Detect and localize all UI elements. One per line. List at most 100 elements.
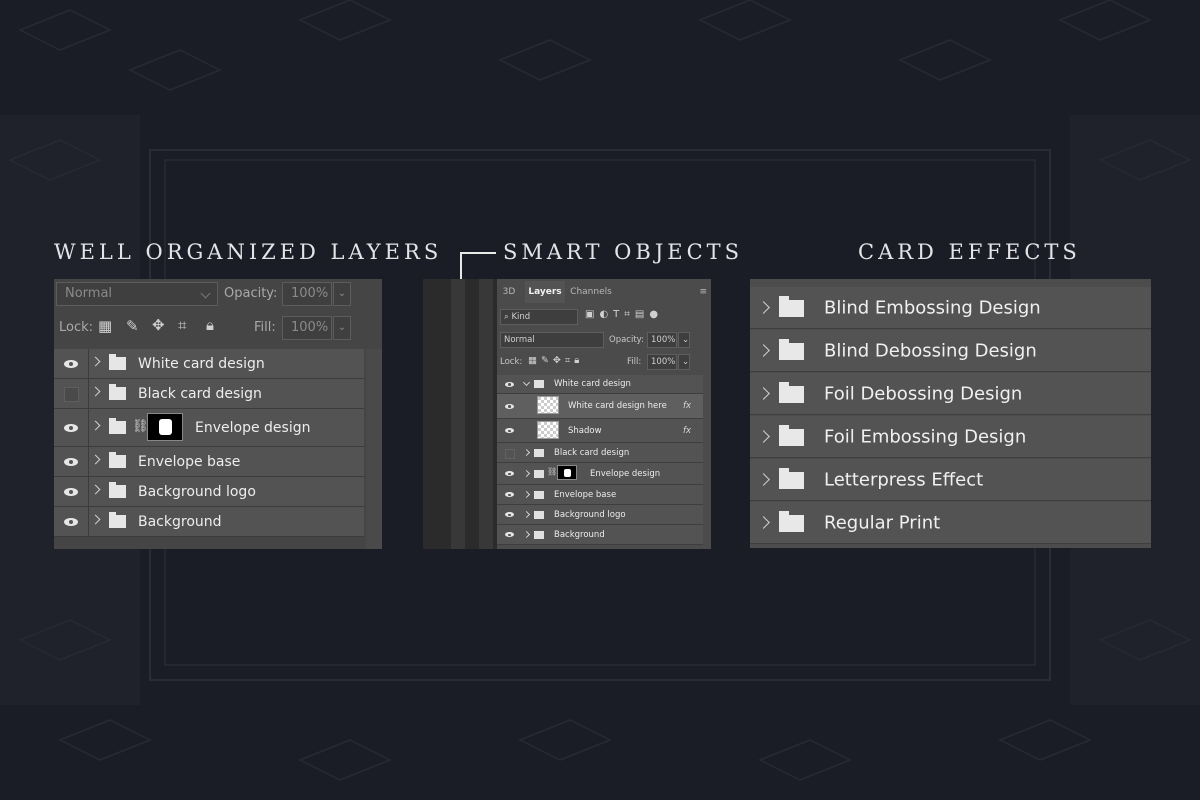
fill-dropdown-button[interactable]: ⌄ [333,316,351,340]
opacity-input[interactable]: 100% [647,332,677,348]
layer-row[interactable]: ⛓ Envelope design [497,463,703,485]
chevron-right-icon[interactable] [90,386,101,396]
lock-move-icon[interactable]: ✥ [152,316,165,334]
smart-object-thumbnail[interactable] [537,396,559,414]
chevron-right-icon[interactable] [757,386,770,400]
layer-name: Envelope base [554,489,617,500]
card-effects-panel: Blind Embossing Design Blind Debossing D… [750,279,1151,548]
eye-icon[interactable] [64,517,78,526]
heading-smart-objects: SMART OBJECTS [503,240,744,264]
heading-card-effects: CARD EFFECTS [858,240,1081,264]
lock-artboard-icon[interactable]: ⌗ [178,316,186,334]
eye-icon[interactable] [64,487,78,496]
effect-row[interactable]: Letterpress Effect [750,459,1151,501]
eye-icon[interactable] [505,532,514,537]
chevron-right-icon[interactable] [522,490,531,498]
eye-icon[interactable] [505,471,514,476]
lock-label: Lock: [59,320,94,335]
lock-transparent-icon[interactable]: ▦ [98,317,112,335]
fill-input[interactable]: 100% [282,316,332,340]
chevron-right-icon[interactable] [90,514,101,524]
chevron-right-icon[interactable] [757,472,770,486]
eye-icon[interactable] [505,492,514,497]
layer-row[interactable]: Background logo [54,477,364,507]
tab-layers[interactable]: Layers [525,281,565,303]
eye-icon[interactable] [505,403,514,409]
folder-icon [779,510,804,532]
layer-row[interactable]: Background logo [497,505,703,525]
tab-channels[interactable]: Channels [567,281,615,303]
eye-icon[interactable] [505,428,514,433]
effect-row[interactable]: Regular Print [750,502,1151,544]
fill-input[interactable]: 100% [647,354,677,370]
visibility-toggle-off[interactable] [505,448,515,459]
effect-name: Foil Debossing Design [824,383,1023,404]
chevron-right-icon[interactable] [90,356,101,366]
lock-icons[interactable]: ▦✎✥⌗🔒︎ [528,355,583,366]
chevron-right-icon[interactable] [90,484,101,494]
chevron-right-icon[interactable] [757,300,770,314]
opacity-dropdown[interactable]: ⌄ [678,332,690,348]
layer-name: Background [138,513,222,530]
panel-menu-icon[interactable]: ≡ [699,287,707,297]
layer-name: White card design here [568,401,667,411]
visibility-toggle-off[interactable] [64,386,79,402]
fx-icon[interactable]: fx [683,426,691,436]
filter-kind-select[interactable]: ⌕ Kind [500,309,578,325]
eye-icon[interactable] [64,457,78,466]
chevron-down-icon[interactable] [522,378,531,387]
eye-icon[interactable] [505,512,514,517]
fill-label: Fill: [627,357,642,367]
chevron-right-icon[interactable] [90,454,101,464]
chevron-right-icon[interactable] [757,515,770,529]
filter-icons[interactable]: ▣◐T⌗▤● [585,309,663,320]
layer-row[interactable]: Background [497,525,703,545]
chevron-right-icon[interactable] [522,448,531,456]
eye-icon[interactable] [64,359,78,368]
lock-brush-icon[interactable]: ✎ [126,317,139,335]
fill-dropdown[interactable]: ⌄ [678,354,690,370]
eye-icon[interactable] [505,381,514,387]
folder-icon [109,511,126,528]
layer-row[interactable]: Envelope base [497,485,703,505]
layer-name: Envelope design [195,419,311,436]
layer-name: Envelope base [138,453,241,470]
folder-icon [109,383,126,400]
chevron-right-icon[interactable] [522,510,531,518]
effect-row[interactable]: Blind Debossing Design [750,330,1151,372]
layer-mask-thumbnail[interactable] [147,413,183,441]
layer-row[interactable]: ⛓ Envelope design [54,409,364,447]
layer-row[interactable]: Envelope base [54,447,364,477]
layer-row[interactable]: Black card design [54,379,364,409]
lock-all-icon[interactable]: 🔒︎ [206,316,214,334]
chevron-right-icon[interactable] [522,530,531,538]
eye-icon[interactable] [64,423,78,432]
layer-row[interactable]: Background [54,507,364,537]
folder-open-icon [534,380,544,388]
layer-row[interactable]: Black card design [497,443,703,463]
layer-name: Black card design [138,385,262,402]
chevron-right-icon[interactable] [90,420,101,430]
layer-row[interactable]: White card design [497,375,703,394]
layer-name: Background [554,529,605,540]
blend-mode-select[interactable]: Normal [56,282,218,306]
opacity-dropdown-button[interactable]: ⌄ [333,282,351,306]
chevron-right-icon[interactable] [757,429,770,443]
tab-3d[interactable]: 3D [497,281,521,303]
effect-row[interactable]: Blind Embossing Design [750,287,1151,329]
tool-strip [479,279,493,549]
layer-row[interactable]: Shadow fx [497,419,703,443]
fx-icon[interactable]: fx [683,401,691,411]
scrollbar[interactable] [366,349,382,549]
layer-thumbnail[interactable] [537,421,559,439]
layer-row[interactable]: White card design [54,349,364,379]
layer-mask-thumbnail[interactable] [557,465,577,480]
effect-row[interactable]: Foil Embossing Design [750,416,1151,458]
effect-row[interactable]: Foil Debossing Design [750,373,1151,415]
opacity-input[interactable]: 100% [282,282,332,306]
layer-row-selected[interactable]: White card design here fx [497,394,703,419]
chevron-right-icon[interactable] [757,343,770,357]
chevron-right-icon[interactable] [522,469,531,477]
folder-icon [779,381,804,403]
blend-mode-select[interactable]: Normal [500,332,604,348]
